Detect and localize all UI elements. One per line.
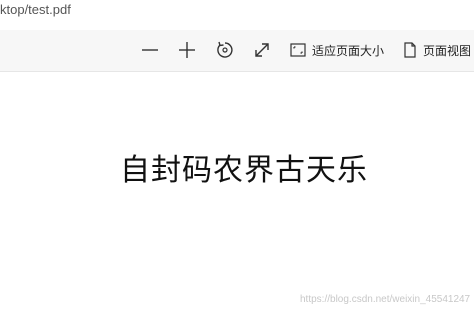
rotate-icon (217, 41, 233, 58)
expand-icon (255, 43, 269, 57)
zoom-in-button[interactable] (175, 36, 199, 64)
fit-page-icon (290, 43, 306, 57)
page-view-label: 页面视图 (423, 43, 472, 58)
address-bar[interactable]: ktop/test.pdf (0, 0, 474, 22)
fit-page-label: 适应页面大小 (312, 43, 385, 58)
watermark: https://blog.csdn.net/weixin_45541247 (300, 294, 471, 305)
minus-icon (142, 49, 158, 51)
plus-icon (179, 42, 195, 58)
rotate-button[interactable] (213, 36, 237, 64)
address-url[interactable]: ktop/test.pdf (0, 2, 71, 17)
document-text: 自封码农界古天乐 (120, 153, 368, 188)
fullscreen-button[interactable] (250, 36, 274, 64)
page-view-button[interactable]: 页面视图 (403, 36, 474, 64)
fit-page-button[interactable]: 适应页面大小 (290, 36, 390, 64)
page-icon (404, 42, 416, 58)
pdf-toolbar: 适应页面大小 页面视图 (0, 30, 474, 72)
zoom-out-button[interactable] (138, 36, 162, 64)
pdf-page: 自封码农界古天乐 https://blog.csdn.net/weixin_45… (0, 72, 474, 313)
